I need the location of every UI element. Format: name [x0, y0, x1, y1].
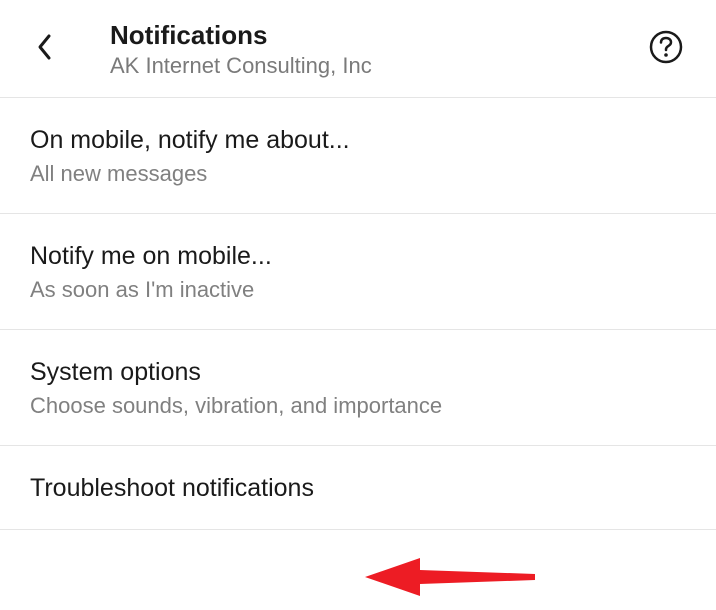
item-subtitle: As soon as I'm inactive [30, 277, 686, 303]
page-subtitle: AK Internet Consulting, Inc [110, 53, 646, 79]
help-icon [648, 29, 684, 70]
back-button[interactable] [20, 32, 70, 67]
item-title: Notify me on mobile... [30, 242, 686, 271]
annotation-arrow [365, 550, 540, 610]
troubleshoot-item[interactable]: Troubleshoot notifications [0, 446, 716, 530]
header-bar: Notifications AK Internet Consulting, In… [0, 0, 716, 98]
page-title: Notifications [110, 20, 646, 51]
notify-on-mobile-item[interactable]: Notify me on mobile... As soon as I'm in… [0, 214, 716, 330]
item-title: Troubleshoot notifications [30, 474, 686, 503]
item-title: System options [30, 358, 686, 387]
notify-about-item[interactable]: On mobile, notify me about... All new me… [0, 98, 716, 214]
header-titles: Notifications AK Internet Consulting, In… [110, 20, 646, 79]
item-subtitle: Choose sounds, vibration, and importance [30, 393, 686, 419]
item-title: On mobile, notify me about... [30, 126, 686, 155]
chevron-left-icon [35, 32, 55, 67]
system-options-item[interactable]: System options Choose sounds, vibration,… [0, 330, 716, 446]
help-button[interactable] [646, 30, 686, 70]
item-subtitle: All new messages [30, 161, 686, 187]
arrow-left-icon [365, 592, 540, 609]
